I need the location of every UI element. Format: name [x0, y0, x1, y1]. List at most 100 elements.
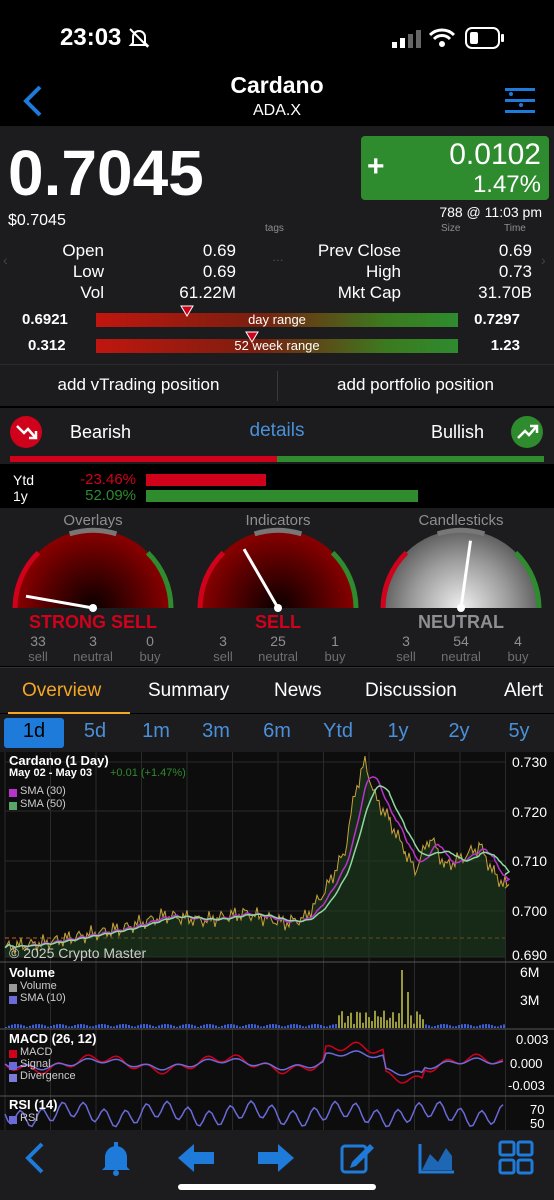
tab-discussion[interactable]: Discussion: [365, 680, 457, 702]
volume-bar: [353, 1023, 355, 1028]
sma50-swatch: [9, 802, 17, 810]
gauge-verdict: SELL: [254, 612, 301, 632]
volume-bar: [212, 1024, 214, 1028]
chart-date-range: May 02 - May 03: [9, 767, 93, 779]
divergence-swatch: [9, 1074, 17, 1082]
gauge-buy-label: buy: [324, 649, 346, 664]
volume-bar: [347, 1016, 349, 1028]
high-value: 0.73: [498, 262, 532, 281]
last-price: 0.7045: [8, 137, 204, 209]
range-1m[interactable]: 1m: [132, 720, 180, 743]
low-label: Low: [72, 262, 104, 281]
volume-bar: [8, 1025, 10, 1028]
chart-icon[interactable]: [414, 1140, 458, 1176]
range-selector: 1d 5d 1m 3m 6m Ytd 1y 2y 5y: [0, 714, 554, 752]
range-5d[interactable]: 5d: [71, 720, 119, 743]
volume-bar: [248, 1024, 250, 1028]
silent-bell-icon: [128, 28, 150, 48]
next-arrow-icon[interactable]: [254, 1140, 298, 1176]
rsi-tick-0: 70: [530, 1102, 545, 1117]
range-1d[interactable]: 1d: [10, 720, 58, 743]
volume-bar: [485, 1024, 487, 1028]
price-chart-svg[interactable]: [0, 752, 554, 1130]
gauge-verdict: NEUTRAL: [418, 612, 504, 632]
volume-bar: [113, 1026, 115, 1028]
volume-bar: [350, 1012, 352, 1028]
volume-bar: [332, 1024, 334, 1028]
volume-bar: [71, 1026, 73, 1028]
volume-bar: [449, 1025, 451, 1028]
volume-bar: [461, 1024, 463, 1028]
trade-info: 788 @ 11:03 pm: [439, 204, 542, 220]
volume-bar: [17, 1024, 19, 1028]
range-3m[interactable]: 3m: [192, 720, 240, 743]
volume-bar: [92, 1026, 94, 1028]
y1-bar: [146, 490, 418, 502]
tab-overview[interactable]: Overview: [22, 680, 101, 702]
range-6m[interactable]: 6m: [253, 720, 301, 743]
range-2y[interactable]: 2y: [435, 720, 483, 743]
right-chevron-icon[interactable]: ›: [541, 252, 546, 268]
volume-bar: [287, 1025, 289, 1028]
add-vtrading-button[interactable]: add vTrading position: [0, 375, 277, 395]
volume-bar: [338, 1015, 340, 1028]
volume-bar: [134, 1026, 136, 1028]
volume-bar: [407, 992, 409, 1028]
volume-bar: [173, 1025, 175, 1028]
sentiment-bearish-fill: [10, 456, 277, 462]
tags-label[interactable]: tags: [265, 223, 284, 234]
volume-bar: [404, 1024, 406, 1028]
back-icon[interactable]: [14, 1140, 58, 1176]
volume-bar: [290, 1024, 292, 1028]
volume-bar: [269, 1024, 271, 1028]
chart-area[interactable]: Cardano (1 Day) May 02 - May 03 +0.01 (+…: [0, 752, 554, 1131]
tab-summary[interactable]: Summary: [148, 680, 229, 702]
volume-bar: [32, 1024, 34, 1028]
volume-bar: [440, 1024, 442, 1028]
volume-bar: [182, 1024, 184, 1028]
tab-alert[interactable]: Alert: [504, 680, 543, 702]
range-5y[interactable]: 5y: [495, 720, 543, 743]
gauge-candlesticks[interactable]: Candlesticks NEUTRAL 3 54 4 sell neutral…: [370, 508, 552, 666]
volume-bar: [326, 1026, 328, 1028]
bullish-trend-icon[interactable]: [511, 416, 543, 448]
gauge-neutral-count: 3: [89, 633, 97, 649]
volume-bar: [170, 1024, 172, 1028]
rsi-title: RSI (14): [9, 1097, 58, 1112]
gauge-sell-label: sell: [213, 649, 233, 664]
add-portfolio-button[interactable]: add portfolio position: [277, 375, 554, 395]
day-range-marker-icon: [179, 305, 194, 317]
nav-bar: Cardano ADA.X: [0, 70, 554, 126]
day-range-high: 0.7297: [474, 311, 520, 328]
range-ytd[interactable]: Ytd: [314, 720, 362, 743]
tab-news[interactable]: News: [274, 680, 322, 702]
left-chevron-icon[interactable]: ‹: [3, 252, 8, 268]
gauge-indicators[interactable]: Indicators SELL 3 25 1 sell neutral buy: [187, 508, 369, 666]
high-label: High: [366, 262, 401, 281]
volume-bar: [368, 1017, 370, 1028]
battery-icon: [465, 27, 504, 49]
previous-arrow-icon[interactable]: [174, 1140, 218, 1176]
volume-bar: [221, 1025, 223, 1028]
range-1y[interactable]: 1y: [374, 720, 422, 743]
more-dots-icon[interactable]: …: [272, 250, 284, 264]
volume-bar: [23, 1025, 25, 1028]
gauge-buy-count: 1: [331, 633, 339, 649]
day-range-label: day range: [248, 312, 306, 327]
volume-bar: [302, 1026, 304, 1028]
menu-list-icon[interactable]: [505, 86, 535, 116]
gauge-sell-label: sell: [396, 649, 416, 664]
volume-bar: [437, 1024, 439, 1028]
volume-bar: [179, 1025, 181, 1028]
volume-bar: [479, 1025, 481, 1028]
gauge-overlays[interactable]: Overlays STRONG SELL 33 3 0 sell neutral…: [2, 508, 184, 666]
change-sign: +: [367, 150, 385, 183]
volume-swatch: [9, 984, 17, 992]
edit-note-icon[interactable]: [334, 1140, 378, 1176]
volume-bar: [389, 1017, 391, 1028]
volume-bar: [395, 1021, 397, 1028]
grid-layout-icon[interactable]: [494, 1140, 538, 1176]
macd-swatch: [9, 1050, 17, 1058]
alert-bell-icon[interactable]: [94, 1140, 138, 1176]
quote-panel: 0.7045 $0.7045 tags + 0.0102 1.47% 788 @…: [0, 126, 554, 236]
